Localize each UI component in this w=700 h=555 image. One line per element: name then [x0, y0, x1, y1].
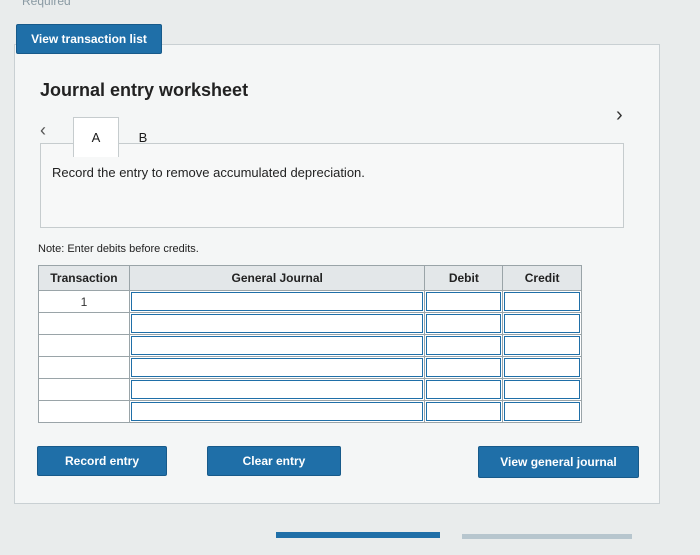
- debit-cell[interactable]: [424, 378, 504, 401]
- worksheet-title: Journal entry worksheet: [40, 80, 249, 100]
- header-general-journal: General Journal: [128, 265, 426, 291]
- credit-input[interactable]: [504, 336, 580, 355]
- header-debit: Debit: [424, 265, 504, 291]
- progress-bar-inactive: [462, 534, 632, 539]
- credit-cell[interactable]: [502, 378, 582, 401]
- table-row: [38, 334, 582, 357]
- table-row: [38, 378, 582, 401]
- account-select[interactable]: [130, 402, 424, 421]
- tab-b[interactable]: B: [120, 117, 166, 157]
- credit-cell[interactable]: [502, 400, 582, 423]
- header-transaction: Transaction: [38, 265, 130, 291]
- progress-bar-active: [276, 532, 440, 538]
- credit-input[interactable]: [504, 292, 580, 311]
- general-journal-cell[interactable]: [128, 312, 426, 335]
- debit-cell[interactable]: [424, 400, 504, 423]
- account-select[interactable]: [130, 336, 424, 355]
- credit-input[interactable]: [504, 380, 580, 399]
- table-row: 1: [38, 290, 582, 313]
- credit-input[interactable]: [504, 402, 580, 421]
- credit-cell[interactable]: [502, 312, 582, 335]
- debit-input[interactable]: [426, 358, 502, 377]
- transaction-number: [38, 400, 130, 423]
- account-select[interactable]: [130, 358, 424, 377]
- table-row: [38, 400, 582, 423]
- credit-input[interactable]: [504, 358, 580, 377]
- tab-a[interactable]: A: [73, 117, 119, 157]
- instruction-text: Record the entry to remove accumulated d…: [52, 165, 365, 180]
- transaction-number: [38, 312, 130, 335]
- debit-input[interactable]: [426, 292, 502, 311]
- table-row: [38, 356, 582, 379]
- header-credit: Credit: [502, 265, 582, 291]
- page-heading-partial: Required: [22, 0, 71, 8]
- chevron-left-icon[interactable]: ‹: [40, 120, 46, 141]
- general-journal-cell[interactable]: [128, 356, 426, 379]
- debit-cell[interactable]: [424, 356, 504, 379]
- account-select[interactable]: [130, 292, 424, 311]
- debit-input[interactable]: [426, 402, 502, 421]
- general-journal-cell[interactable]: [128, 334, 426, 357]
- debit-cell[interactable]: [424, 334, 504, 357]
- credit-cell[interactable]: [502, 356, 582, 379]
- debit-cell[interactable]: [424, 290, 504, 313]
- debit-input[interactable]: [426, 314, 502, 333]
- debit-cell[interactable]: [424, 312, 504, 335]
- clear-entry-button[interactable]: Clear entry: [207, 446, 341, 476]
- chevron-right-icon[interactable]: ›: [616, 104, 623, 127]
- journal-table: Transaction General Journal Debit Credit…: [38, 265, 582, 423]
- general-journal-cell[interactable]: [128, 290, 426, 313]
- general-journal-cell[interactable]: [128, 400, 426, 423]
- view-transaction-list-button[interactable]: View transaction list: [16, 24, 162, 54]
- general-journal-cell[interactable]: [128, 378, 426, 401]
- note-text: Note: Enter debits before credits.: [38, 243, 199, 255]
- transaction-number: [38, 378, 130, 401]
- record-entry-button[interactable]: Record entry: [37, 446, 167, 476]
- debit-input[interactable]: [426, 336, 502, 355]
- debit-input[interactable]: [426, 380, 502, 399]
- transaction-number: 1: [38, 290, 130, 313]
- transaction-number: [38, 334, 130, 357]
- account-select[interactable]: [130, 314, 424, 333]
- table-header-row: Transaction General Journal Debit Credit: [38, 265, 582, 291]
- credit-cell[interactable]: [502, 334, 582, 357]
- credit-input[interactable]: [504, 314, 580, 333]
- account-select[interactable]: [130, 380, 424, 399]
- credit-cell[interactable]: [502, 290, 582, 313]
- transaction-number: [38, 356, 130, 379]
- view-general-journal-button[interactable]: View general journal: [478, 446, 639, 478]
- table-row: [38, 312, 582, 335]
